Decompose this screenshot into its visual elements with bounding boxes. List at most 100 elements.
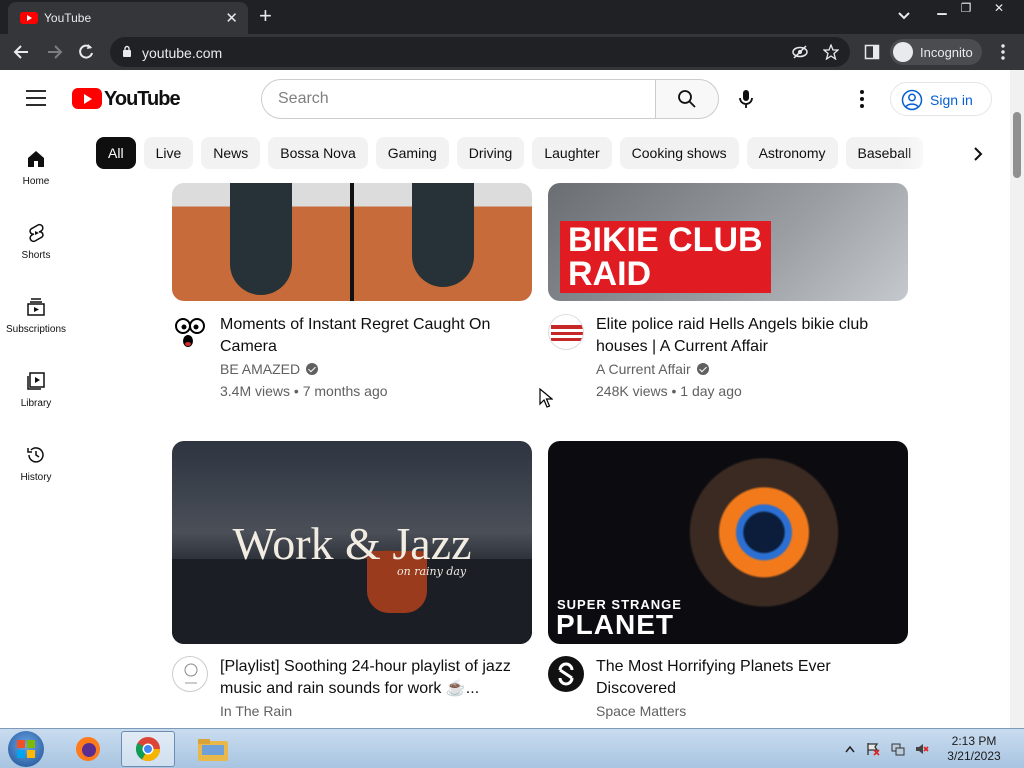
thumbnail-caption-line-1: BIKIE CLUB [568, 221, 763, 259]
category-chips-bar: All Live News Bossa Nova Gaming Driving Laught… [96, 137, 964, 171]
lock-icon [123, 45, 131, 57]
close-tab-icon[interactable]: ✕ [225, 9, 238, 27]
browser-tab-strip: YouTube ✕ + ▁ ❐ ✕ [0, 0, 1024, 34]
bookmark-star-icon[interactable] [823, 44, 839, 60]
address-bar[interactable]: youtube.com [110, 37, 850, 67]
channel-name[interactable]: BE AMAZED [220, 361, 319, 377]
system-clock[interactable]: 2:13 PM 3/21/2023 [944, 734, 1004, 764]
verified-check-icon [696, 363, 709, 375]
incognito-indicator[interactable]: Incognito [890, 39, 982, 65]
search-button[interactable] [655, 79, 719, 119]
history-icon [27, 447, 44, 463]
taskbar-firefox[interactable] [62, 731, 116, 767]
firefox-icon [76, 737, 100, 761]
video-title[interactable]: Moments of Instant Regret Caught On Came… [220, 314, 520, 358]
microphone-icon[interactable] [735, 88, 757, 110]
video-title[interactable]: [Playlist] Soothing 24-hour playlist of … [220, 656, 520, 700]
tab-search-chevron-icon[interactable] [897, 9, 911, 23]
folder-icon [198, 739, 228, 761]
reload-icon[interactable] [76, 42, 96, 62]
sidebar-label-history: History [20, 472, 52, 483]
settings-kebab-icon[interactable] [852, 88, 872, 110]
forward-arrow-icon[interactable] [44, 42, 64, 62]
library-icon [27, 372, 45, 390]
account-circle-icon [901, 89, 923, 111]
sign-in-button[interactable]: Sign in [890, 82, 992, 116]
side-panel-icon[interactable] [864, 44, 880, 60]
logo-text: YouTube [104, 88, 181, 110]
channel-name[interactable]: Space Matters [596, 703, 686, 719]
taskbar-file-explorer[interactable] [186, 731, 240, 767]
tracking-blocked-eye-icon[interactable] [792, 44, 808, 60]
action-center-flag-icon[interactable] [866, 742, 880, 756]
chips-fade-overlay [900, 137, 964, 171]
show-hidden-icons-icon[interactable] [845, 745, 855, 753]
youtube-favicon-icon [20, 12, 38, 24]
new-tab-button[interactable]: + [259, 5, 272, 27]
channel-name-text: BE AMAZED [220, 361, 301, 377]
surprised-face-avatar-icon [175, 318, 205, 347]
network-icon[interactable] [891, 742, 905, 756]
sidebar-item-subscriptions[interactable]: Subscriptions [0, 296, 72, 368]
channel-name[interactable]: A Current Affair [596, 361, 709, 377]
chip-cooking-shows[interactable]: Cooking shows [619, 137, 739, 169]
chip-bossa-nova[interactable]: Bossa Nova [268, 137, 368, 169]
video-thumbnail[interactable]: Work & Jazz on rainy day [172, 441, 532, 644]
chip-all[interactable]: All [96, 137, 136, 169]
chip-laughter[interactable]: Laughter [532, 137, 612, 169]
channel-name[interactable]: In The Rain [220, 703, 292, 719]
incognito-label: Incognito [920, 45, 973, 60]
chip-gaming[interactable]: Gaming [375, 137, 449, 169]
back-arrow-icon[interactable] [12, 42, 32, 62]
channel-name-text: Space Matters [596, 703, 687, 719]
sidebar-item-library[interactable]: Library [0, 370, 72, 442]
thumbnail-caption-line-2: RAID [568, 255, 652, 293]
verified-check-icon [306, 363, 319, 375]
chip-news[interactable]: News [201, 137, 261, 169]
video-thumbnail[interactable]: SUPER STRANGE PLANET [548, 441, 908, 644]
windows-logo-icon [17, 740, 35, 758]
chrome-icon [135, 737, 160, 762]
browser-tab[interactable]: YouTube ✕ [8, 2, 248, 34]
windows-start-button[interactable] [8, 731, 44, 767]
sidebar-label-subscriptions: Subscriptions [5, 324, 67, 335]
channel-avatar[interactable] [548, 656, 584, 692]
sidebar-item-history[interactable]: History [0, 444, 72, 516]
page-scrollbar-thumb[interactable] [1013, 112, 1021, 178]
search-input[interactable] [261, 79, 656, 119]
chip-astronomy[interactable]: Astronomy [746, 137, 838, 169]
chrome-menu-icon[interactable] [996, 42, 1010, 62]
close-window-button[interactable]: ✕ [982, 0, 1016, 18]
taskbar-chrome[interactable] [121, 731, 175, 767]
sidebar-label-library: Library [20, 398, 52, 409]
windows-taskbar: 2:13 PM 3/21/2023 [0, 728, 1024, 768]
youtube-header: YouTube Sign in [0, 70, 1010, 128]
url-text: youtube.com [142, 45, 223, 61]
clock-date: 3/21/2023 [947, 749, 1001, 763]
chip-live[interactable]: Live [143, 137, 194, 169]
video-grid: Moments of Instant Regret Caught On Came… [96, 183, 1010, 728]
video-title[interactable]: The Most Horrifying Planets Ever Discove… [596, 656, 896, 700]
video-stats: 3.4M views • 7 months ago [220, 383, 388, 399]
channel-avatar[interactable] [172, 314, 208, 350]
thumbnail-caption-line-2: PLANET [556, 609, 674, 640]
channel-avatar[interactable] [172, 656, 208, 692]
channel-avatar[interactable] [548, 314, 584, 350]
sidebar-label-home: Home [22, 176, 50, 187]
chip-driving[interactable]: Driving [456, 137, 525, 169]
volume-muted-icon[interactable] [915, 742, 929, 756]
youtube-play-logo-icon [72, 88, 102, 109]
tab-title: YouTube [44, 11, 92, 25]
restore-window-button[interactable]: ❐ [950, 0, 982, 18]
clock-time: 2:13 PM [951, 734, 997, 748]
hamburger-menu-icon[interactable] [26, 90, 46, 106]
chevron-right-icon[interactable] [968, 144, 988, 164]
mouse-cursor-icon [539, 388, 553, 408]
video-thumbnail[interactable]: BIKIE CLUB RAID [548, 183, 908, 301]
search-icon [678, 90, 696, 108]
channel-name-text: A Current Affair [596, 361, 691, 377]
video-thumbnail[interactable] [172, 183, 532, 301]
sidebar-item-shorts[interactable]: Shorts [0, 222, 72, 294]
video-title[interactable]: Elite police raid Hells Angels bikie clu… [596, 314, 896, 358]
sidebar-item-home[interactable]: Home [0, 148, 72, 220]
